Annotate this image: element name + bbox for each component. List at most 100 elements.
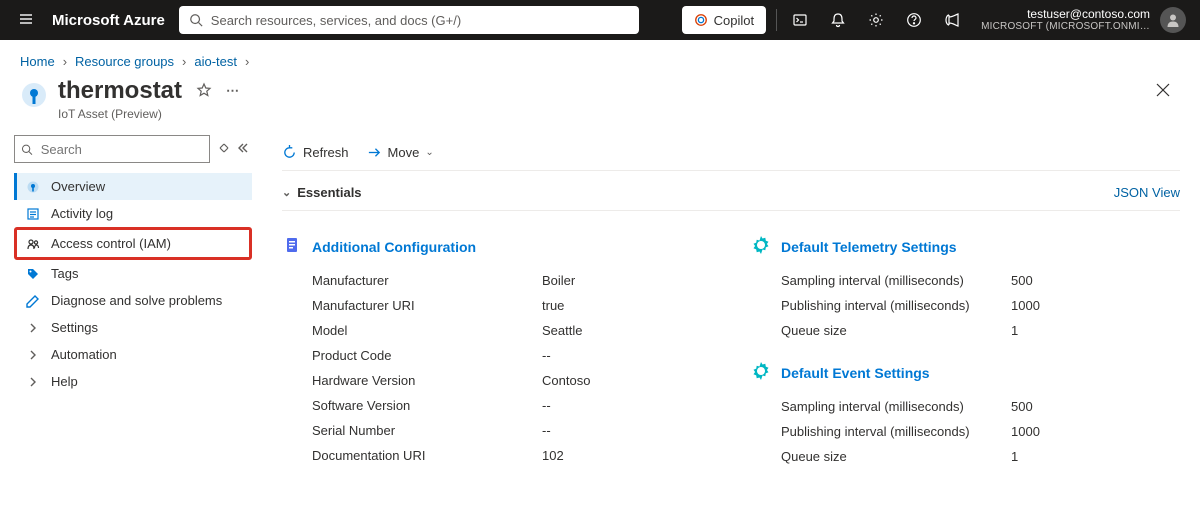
search-icon <box>189 13 203 27</box>
essentials-header: ⌄ Essentials JSON View <box>282 171 1180 211</box>
sidebar-item-label: Diagnose and solve problems <box>51 293 222 308</box>
sidebar-item-overview[interactable]: Overview <box>14 173 252 200</box>
property-value: 500 <box>1011 399 1033 414</box>
sidebar-item-label: Settings <box>51 320 98 335</box>
property-label: Queue size <box>781 449 1011 464</box>
sidebar-item-help[interactable]: Help <box>14 368 252 395</box>
breadcrumb-resource-groups[interactable]: Resource groups <box>75 54 174 69</box>
arrow-right-icon <box>367 145 382 160</box>
chevron-down-icon: ⌄ <box>282 186 291 199</box>
sidebar: Overview Activity log Access control (IA… <box>0 131 262 489</box>
property-value: -- <box>542 398 551 413</box>
chevron-right-icon <box>25 377 41 387</box>
section-title: Default Telemetry Settings <box>781 239 957 255</box>
property-row: Queue size1 <box>751 444 1180 469</box>
user-email: testuser@contoso.com <box>981 8 1150 21</box>
brand-label[interactable]: Microsoft Azure <box>44 12 179 29</box>
json-view-link[interactable]: JSON View <box>1114 185 1180 200</box>
sidebar-item-label: Access control (IAM) <box>51 236 171 251</box>
top-bar: Microsoft Azure Search resources, servic… <box>0 0 1200 40</box>
property-label: Queue size <box>781 323 1011 338</box>
property-label: Publishing interval (milliseconds) <box>781 424 1011 439</box>
sidebar-item-label: Automation <box>51 347 117 362</box>
sidebar-search-field[interactable] <box>39 141 203 158</box>
refresh-button[interactable]: Refresh <box>282 145 349 160</box>
collapse-sidebar-icon[interactable] <box>236 142 248 157</box>
property-value: 102 <box>542 448 564 463</box>
sidebar-item-automation[interactable]: Automation <box>14 341 252 368</box>
move-button[interactable]: Move ⌄ <box>367 145 434 160</box>
property-value: 1 <box>1011 323 1018 338</box>
section-title: Additional Configuration <box>312 239 476 255</box>
property-label: Sampling interval (milliseconds) <box>781 399 1011 414</box>
section-event-settings: Default Event Settings Sampling interval… <box>751 361 1180 469</box>
copilot-button[interactable]: Copilot <box>682 6 766 34</box>
notifications-icon[interactable] <box>819 0 857 40</box>
more-icon[interactable]: ⋯ <box>226 83 239 99</box>
property-label: Manufacturer <box>312 273 542 288</box>
property-value: -- <box>542 423 551 438</box>
sidebar-item-tags[interactable]: Tags <box>14 260 252 287</box>
breadcrumb-resource-group-name[interactable]: aio-test <box>194 54 237 69</box>
property-label: Sampling interval (milliseconds) <box>781 273 1011 288</box>
user-tenant: MICROSOFT (MICROSOFT.ONMI… <box>981 21 1150 32</box>
sidebar-item-access-control[interactable]: Access control (IAM) <box>14 227 252 260</box>
avatar[interactable] <box>1160 7 1186 33</box>
sidebar-item-label: Tags <box>51 266 78 281</box>
property-row: Manufacturer URItrue <box>282 293 711 318</box>
sidebar-item-settings[interactable]: Settings <box>14 314 252 341</box>
config-icon <box>282 235 302 258</box>
property-value: 1 <box>1011 449 1018 464</box>
refresh-icon <box>282 145 297 160</box>
help-icon[interactable] <box>895 0 933 40</box>
properties-grid: Additional Configuration ManufacturerBoi… <box>282 211 1180 469</box>
property-row: Sampling interval (milliseconds)500 <box>751 268 1180 293</box>
sidebar-item-label: Overview <box>51 179 105 194</box>
feedback-icon[interactable] <box>933 0 971 40</box>
property-label: Hardware Version <box>312 373 542 388</box>
property-row: Queue size1 <box>751 318 1180 343</box>
property-row: ManufacturerBoiler <box>282 268 711 293</box>
menu-icon[interactable] <box>8 11 44 30</box>
property-label: Publishing interval (milliseconds) <box>781 298 1011 313</box>
property-value: true <box>542 298 564 313</box>
toolbar: Refresh Move ⌄ <box>282 131 1180 171</box>
property-value: 500 <box>1011 273 1033 288</box>
page-title: thermostat <box>58 77 182 105</box>
sidebar-item-activity-log[interactable]: Activity log <box>14 200 252 227</box>
main-content: Refresh Move ⌄ ⌄ Essentials JSON View <box>262 131 1200 489</box>
property-value: -- <box>542 348 551 363</box>
chevron-down-icon: ⌄ <box>425 147 433 158</box>
people-icon <box>25 237 41 251</box>
sidebar-item-label: Help <box>51 374 78 389</box>
breadcrumb-home[interactable]: Home <box>20 54 55 69</box>
chevron-right-icon: › <box>63 54 67 69</box>
cloud-shell-icon[interactable] <box>781 0 819 40</box>
sort-icon[interactable] <box>218 142 230 157</box>
sidebar-item-diagnose[interactable]: Diagnose and solve problems <box>14 287 252 314</box>
section-additional-configuration: Additional Configuration ManufacturerBoi… <box>282 235 711 468</box>
property-row: Sampling interval (milliseconds)500 <box>751 394 1180 419</box>
chevron-right-icon <box>25 323 41 333</box>
global-search-input[interactable]: Search resources, services, and docs (G+… <box>179 6 639 34</box>
gear-icon[interactable] <box>857 0 895 40</box>
property-value: 1000 <box>1011 298 1040 313</box>
close-icon[interactable] <box>1146 77 1180 106</box>
property-row: Serial Number-- <box>282 418 711 443</box>
property-value: 1000 <box>1011 424 1040 439</box>
sidebar-search-input[interactable] <box>14 135 210 163</box>
sidebar-item-label: Activity log <box>51 206 113 221</box>
chevron-right-icon: › <box>245 54 249 69</box>
property-label: Product Code <box>312 348 542 363</box>
tag-icon <box>25 267 41 281</box>
favorite-star-icon[interactable] <box>196 82 212 101</box>
property-row: Software Version-- <box>282 393 711 418</box>
essentials-toggle[interactable]: ⌄ Essentials <box>282 185 362 200</box>
page-header: thermostat ⋯ IoT Asset (Preview) <box>0 75 1200 131</box>
property-value: Boiler <box>542 273 575 288</box>
overview-icon <box>25 180 41 194</box>
property-row: ModelSeattle <box>282 318 711 343</box>
user-account[interactable]: testuser@contoso.com MICROSOFT (MICROSOF… <box>971 8 1154 32</box>
property-label: Model <box>312 323 542 338</box>
resource-type-label: IoT Asset (Preview) <box>58 107 239 121</box>
